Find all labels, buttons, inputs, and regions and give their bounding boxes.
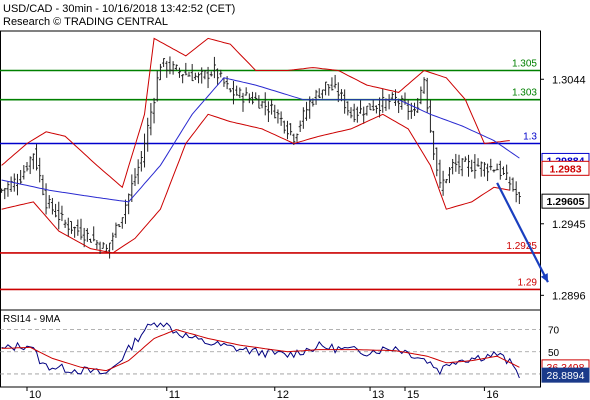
level-label-1: 1.303 — [512, 88, 537, 99]
rsi-panel-frame — [0, 309, 541, 388]
x-tick-label: 15 — [407, 389, 419, 400]
price-tag-label: 1.2983 — [549, 163, 581, 175]
rsi-tag-1: 28.8894 — [541, 367, 590, 383]
y-tick-label: 1.3044 — [552, 74, 586, 86]
price-tag-2: 1.29605 — [541, 193, 590, 209]
level-label-0: 1.305 — [512, 58, 537, 69]
price-tag-1: 1.2983 — [541, 160, 590, 176]
rsi-tick-label: 50 — [548, 348, 560, 359]
usdcad-chart: 1.3051.3031.31.29251.291.30441.29451.289… — [0, 30, 590, 400]
price-tag-label: 1.29605 — [547, 196, 585, 208]
chart-title: USD/CAD - 30min - 10/16/2018 13:42:52 (C… — [3, 3, 236, 15]
x-tick-label: 12 — [277, 389, 289, 400]
rsi-title: RSI14 - 9MA — [3, 314, 61, 325]
upper-bollinger-band — [1, 37, 510, 189]
chart-credit: Research © TRADING CENTRAL — [3, 16, 168, 28]
y-tick-label: 1.2896 — [552, 290, 586, 302]
x-tick-label: 16 — [486, 389, 498, 400]
x-tick-label: 13 — [372, 389, 384, 400]
rsi-tag-label: 28.8894 — [547, 370, 585, 382]
moving-average-line — [1, 77, 520, 203]
rsi-signal-line — [1, 329, 520, 372]
rsi-tick-label: 70 — [548, 326, 560, 337]
x-tick-label: 11 — [169, 389, 180, 400]
x-tick-label: 10 — [29, 389, 41, 400]
rsi-line — [1, 322, 520, 379]
level-label-4: 1.29 — [518, 277, 538, 288]
level-label-2: 1.3 — [523, 131, 537, 142]
y-tick-label: 1.2945 — [552, 219, 586, 231]
